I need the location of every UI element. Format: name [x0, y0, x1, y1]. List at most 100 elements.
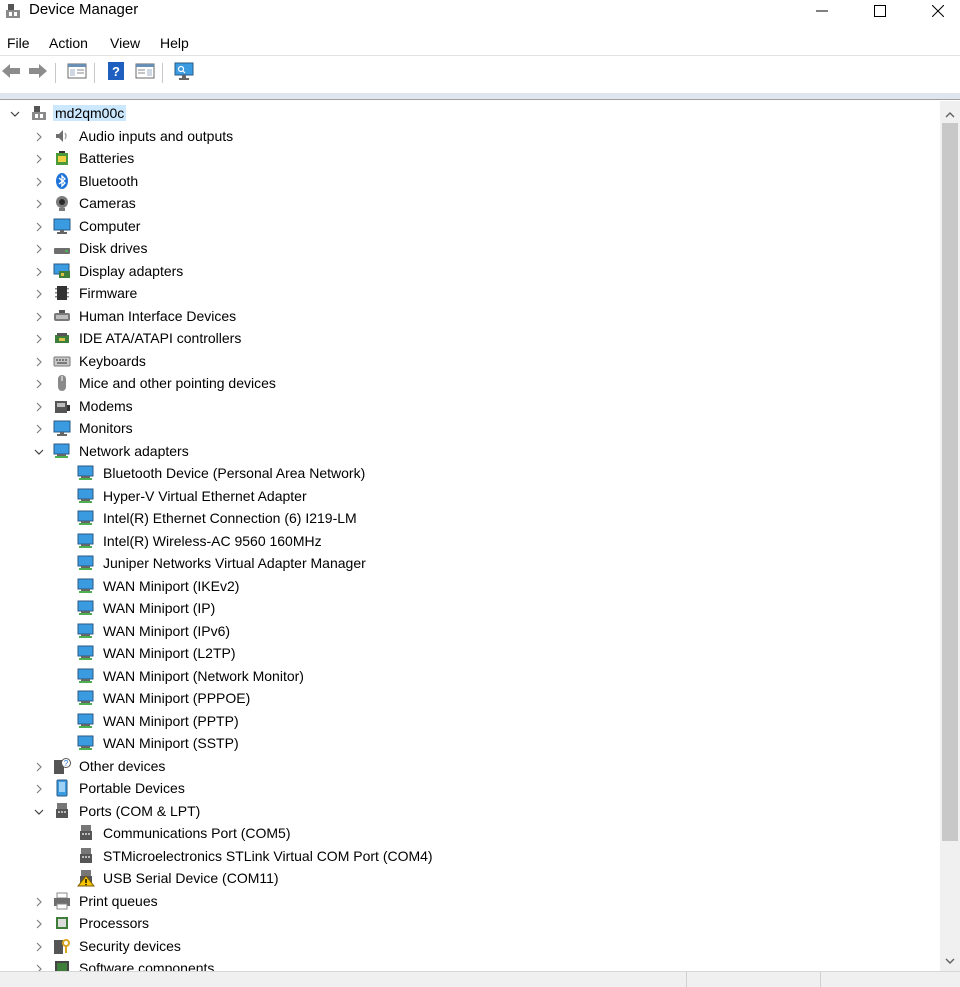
help-button[interactable]: ?: [105, 61, 127, 84]
chevron-right-icon[interactable]: [33, 760, 45, 772]
tree-category-security-devices[interactable]: Security devices: [0, 935, 940, 957]
tree-device-usb-serial-device-com11[interactable]: USB Serial Device (COM11): [0, 867, 940, 889]
tree-category-print-queues[interactable]: Print queues: [0, 890, 940, 912]
show-hide-console-tree-button[interactable]: [66, 62, 88, 84]
tree-category-modems[interactable]: Modems: [0, 395, 940, 417]
show-action-pane-button[interactable]: [134, 62, 156, 84]
chevron-right-icon[interactable]: [33, 400, 45, 412]
tree-device-intel-r-ethernet-connection-6-i219-lm[interactable]: Intel(R) Ethernet Connection (6) I219-LM: [0, 507, 940, 529]
tree-device-hyper-v-virtual-ethernet-adapter[interactable]: Hyper-V Virtual Ethernet Adapter: [0, 485, 940, 507]
tree-category-cameras[interactable]: Cameras: [0, 192, 940, 214]
menu-view[interactable]: View: [110, 35, 140, 51]
tree-root[interactable]: md2qm00c: [0, 102, 940, 124]
tree-category-display-adapters[interactable]: Display adapters: [0, 260, 940, 282]
scan-monitor-icon: [173, 61, 195, 86]
tree-device-intel-r-wireless-ac-9560-160mhz[interactable]: Intel(R) Wireless-AC 9560 160MHz: [0, 530, 940, 552]
chevron-right-icon[interactable]: [33, 287, 45, 299]
tree-category-software-components[interactable]: Software components: [0, 957, 940, 971]
tree-item-label: WAN Miniport (IKEv2): [103, 578, 240, 594]
tree-category-mice-and-other-pointing-devices[interactable]: Mice and other pointing devices: [0, 372, 940, 394]
chevron-right-icon[interactable]: [33, 130, 45, 142]
scrollbar-thumb[interactable]: [942, 123, 958, 841]
tree-item-label: WAN Miniport (SSTP): [103, 735, 239, 751]
port-warning-icon: [76, 869, 96, 887]
chevron-right-icon[interactable]: [33, 220, 45, 232]
chevron-right-icon[interactable]: [33, 265, 45, 277]
tree-device-wan-miniport-sstp[interactable]: WAN Miniport (SSTP): [0, 732, 940, 754]
tree-device-wan-miniport-l2tp[interactable]: WAN Miniport (L2TP): [0, 642, 940, 664]
tree-item-label: Modems: [79, 398, 133, 414]
tree-item-label: Network adapters: [79, 443, 189, 459]
tree-device-wan-miniport-pppoe[interactable]: WAN Miniport (PPPOE): [0, 687, 940, 709]
forward-button[interactable]: [27, 62, 49, 84]
tree-category-processors[interactable]: Processors: [0, 912, 940, 934]
network-adapter-icon: [77, 487, 95, 505]
chevron-right-icon[interactable]: [33, 197, 45, 209]
tree-item-label: WAN Miniport (PPPOE): [103, 690, 251, 706]
tree-category-human-interface-devices[interactable]: Human Interface Devices: [0, 305, 940, 327]
chevron-down-icon[interactable]: [33, 805, 45, 817]
tree-device-bluetooth-device-personal-area-network[interactable]: Bluetooth Device (Personal Area Network): [0, 462, 940, 484]
battery-icon: [53, 149, 71, 167]
tree-device-juniper-networks-virtual-adapter-manager[interactable]: Juniper Networks Virtual Adapter Manager: [0, 552, 940, 574]
tree-device-wan-miniport-ikev2[interactable]: WAN Miniport (IKEv2): [0, 575, 940, 597]
menu-file[interactable]: File: [7, 35, 30, 51]
tree-device-communications-port-com5[interactable]: Communications Port (COM5): [0, 822, 940, 844]
network-adapter-icon: [53, 442, 71, 460]
chevron-right-icon[interactable]: [33, 242, 45, 254]
close-button[interactable]: [909, 0, 960, 22]
tree-device-wan-miniport-ip[interactable]: WAN Miniport (IP): [0, 597, 940, 619]
scroll-down-icon[interactable]: [944, 953, 956, 971]
vertical-scrollbar[interactable]: [940, 101, 960, 971]
chevron-right-icon[interactable]: [33, 917, 45, 929]
chevron-right-icon[interactable]: [33, 332, 45, 344]
chevron-right-icon[interactable]: [33, 940, 45, 952]
menu-help[interactable]: Help: [160, 35, 189, 51]
tree-category-ports-com-lpt[interactable]: Ports (COM & LPT): [0, 800, 940, 822]
tree-item-label: Monitors: [79, 420, 133, 436]
chevron-right-icon[interactable]: [33, 152, 45, 164]
tree-category-keyboards[interactable]: Keyboards: [0, 350, 940, 372]
chevron-right-icon[interactable]: [33, 962, 45, 971]
tree-item-label: Batteries: [79, 150, 135, 166]
monitor-icon: [53, 419, 71, 437]
tree-category-network-adapters[interactable]: Network adapters: [0, 440, 940, 462]
scan-hardware-changes-button[interactable]: [173, 62, 195, 84]
maximize-button[interactable]: [851, 0, 909, 22]
tree-category-ide-ata-atapi-controllers[interactable]: IDE ATA/ATAPI controllers: [0, 327, 940, 349]
tree-category-computer[interactable]: Computer: [0, 215, 940, 237]
chevron-right-icon[interactable]: [33, 782, 45, 794]
tree-category-monitors[interactable]: Monitors: [0, 417, 940, 439]
tree-item-label: Computer: [79, 218, 141, 234]
tree-category-portable-devices[interactable]: Portable Devices: [0, 777, 940, 799]
tree-item-label: Human Interface Devices: [79, 308, 237, 324]
network-adapter-icon: [77, 667, 95, 685]
chevron-down-icon[interactable]: [33, 445, 45, 457]
back-button[interactable]: [0, 62, 22, 84]
printer-icon: [53, 892, 71, 910]
chevron-right-icon[interactable]: [33, 895, 45, 907]
speaker-icon: [53, 127, 71, 145]
chevron-right-icon[interactable]: [33, 175, 45, 187]
menu-action[interactable]: Action: [49, 35, 88, 51]
tree-device-wan-miniport-pptp[interactable]: WAN Miniport (PPTP): [0, 710, 940, 732]
minimize-button[interactable]: [793, 0, 851, 22]
tree-category-disk-drives[interactable]: Disk drives: [0, 237, 940, 259]
chevron-right-icon[interactable]: [33, 355, 45, 367]
tree-device-wan-miniport-network-monitor[interactable]: WAN Miniport (Network Monitor): [0, 665, 940, 687]
camera-icon: [53, 194, 71, 212]
tree-category-audio-inputs-and-outputs[interactable]: Audio inputs and outputs: [0, 125, 940, 147]
tree-device-wan-miniport-ipv6[interactable]: WAN Miniport (IPv6): [0, 620, 940, 642]
chevron-right-icon[interactable]: [33, 377, 45, 389]
network-adapter-icon: [77, 734, 95, 752]
title-bar: Device Manager: [0, 0, 960, 30]
chevron-right-icon[interactable]: [33, 422, 45, 434]
tree-category-batteries[interactable]: Batteries: [0, 147, 940, 169]
tree-device-stmicroelectronics-stlink-virtual-com-port-com4[interactable]: STMicroelectronics STLink Virtual COM Po…: [0, 845, 940, 867]
network-adapter-icon: [77, 599, 95, 617]
tree-category-other-devices[interactable]: ? Other devices: [0, 755, 940, 777]
chevron-right-icon[interactable]: [33, 310, 45, 322]
chevron-down-icon[interactable]: [9, 107, 21, 119]
tree-category-bluetooth[interactable]: Bluetooth: [0, 170, 940, 192]
tree-category-firmware[interactable]: Firmware: [0, 282, 940, 304]
